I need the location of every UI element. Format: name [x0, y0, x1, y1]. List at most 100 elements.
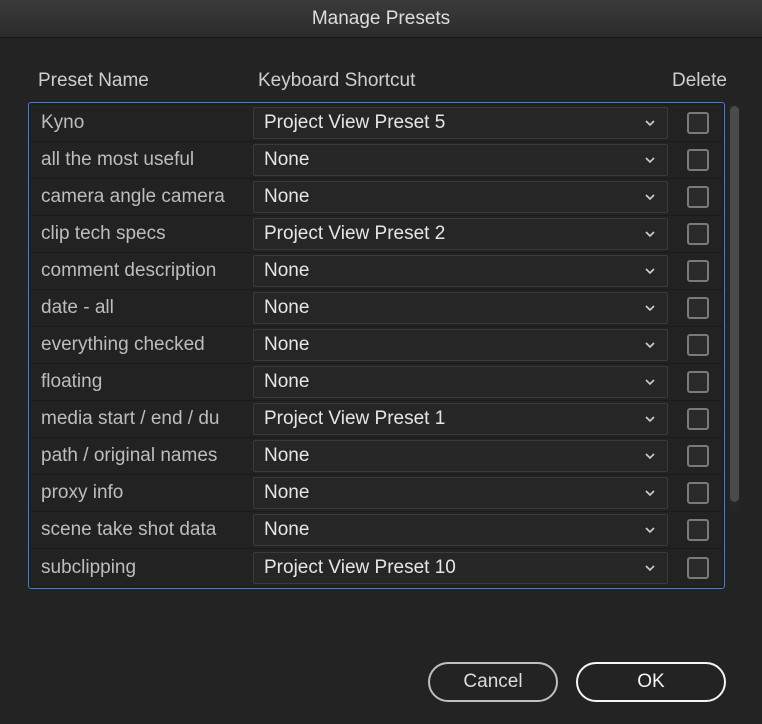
- shortcut-dropdown[interactable]: None: [253, 329, 668, 361]
- shortcut-dropdown[interactable]: None: [253, 514, 668, 546]
- shortcut-dropdown[interactable]: None: [253, 440, 668, 472]
- column-header-delete: Delete: [672, 70, 736, 92]
- shortcut-cell: None: [253, 329, 668, 361]
- shortcut-dropdown-label: Project View Preset 2: [264, 223, 445, 245]
- chevron-down-icon: [643, 301, 657, 315]
- shortcut-dropdown-label: None: [264, 482, 309, 504]
- shortcut-cell: None: [253, 255, 668, 287]
- shortcut-dropdown-label: None: [264, 297, 309, 319]
- table-row: proxy info None: [31, 475, 722, 512]
- shortcut-cell: None: [253, 181, 668, 213]
- shortcut-dropdown-label: None: [264, 149, 309, 171]
- dialog-content: Preset Name Keyboard Shortcut Delete Kyn…: [0, 38, 762, 640]
- delete-cell: [674, 519, 722, 541]
- delete-checkbox[interactable]: [687, 334, 709, 356]
- shortcut-dropdown-label: None: [264, 519, 309, 541]
- preset-table: Kyno Project View Preset 5 all the most us…: [28, 102, 725, 589]
- preset-name-cell[interactable]: all the most useful: [31, 149, 247, 171]
- preset-name-cell[interactable]: comment description: [31, 260, 247, 282]
- scrollbar[interactable]: [729, 104, 740, 512]
- preset-name-cell[interactable]: media start / end / du: [31, 408, 247, 430]
- shortcut-dropdown[interactable]: None: [253, 144, 668, 176]
- cancel-button[interactable]: Cancel: [428, 662, 558, 702]
- table-row: floating None: [31, 364, 722, 401]
- chevron-down-icon: [643, 486, 657, 500]
- delete-cell: [674, 186, 722, 208]
- shortcut-dropdown[interactable]: Project View Preset 10: [253, 552, 668, 584]
- table-row: Kyno Project View Preset 5: [31, 105, 722, 142]
- shortcut-dropdown-label: Project View Preset 1: [264, 408, 445, 430]
- shortcut-cell: Project View Preset 10: [253, 552, 668, 584]
- shortcut-dropdown-label: None: [264, 445, 309, 467]
- chevron-down-icon: [643, 190, 657, 204]
- chevron-down-icon: [643, 153, 657, 167]
- delete-cell: [674, 445, 722, 467]
- preset-name-cell[interactable]: camera angle camera: [31, 186, 247, 208]
- delete-checkbox[interactable]: [687, 519, 709, 541]
- preset-name-cell[interactable]: proxy info: [31, 482, 247, 504]
- shortcut-dropdown-label: None: [264, 260, 309, 282]
- shortcut-dropdown-label: Project View Preset 5: [264, 112, 445, 134]
- preset-name-cell[interactable]: date - all: [31, 297, 247, 319]
- delete-checkbox[interactable]: [687, 112, 709, 134]
- shortcut-dropdown[interactable]: Project View Preset 2: [253, 218, 668, 250]
- chevron-down-icon: [643, 227, 657, 241]
- shortcut-dropdown-label: None: [264, 334, 309, 356]
- shortcut-cell: Project View Preset 2: [253, 218, 668, 250]
- shortcut-cell: None: [253, 477, 668, 509]
- shortcut-dropdown-label: Project View Preset 10: [264, 557, 456, 579]
- table-row: date - all None: [31, 290, 722, 327]
- preset-name-cell[interactable]: everything checked: [31, 334, 247, 356]
- column-header-name: Preset Name: [38, 70, 258, 92]
- delete-checkbox[interactable]: [687, 445, 709, 467]
- delete-cell: [674, 149, 722, 171]
- delete-checkbox[interactable]: [687, 408, 709, 430]
- delete-checkbox[interactable]: [687, 149, 709, 171]
- table-row: scene take shot data None: [31, 512, 722, 549]
- preset-name-cell[interactable]: path / original names: [31, 445, 247, 467]
- shortcut-cell: Project View Preset 1: [253, 403, 668, 435]
- delete-cell: [674, 297, 722, 319]
- delete-checkbox[interactable]: [687, 482, 709, 504]
- delete-checkbox[interactable]: [687, 186, 709, 208]
- delete-cell: [674, 260, 722, 282]
- delete-checkbox[interactable]: [687, 297, 709, 319]
- delete-checkbox[interactable]: [687, 260, 709, 282]
- delete-checkbox[interactable]: [687, 371, 709, 393]
- table-row: subclipping Project View Preset 10: [31, 549, 722, 586]
- preset-name-cell[interactable]: subclipping: [31, 557, 247, 579]
- ok-button[interactable]: OK: [576, 662, 726, 702]
- table-row: all the most useful None: [31, 142, 722, 179]
- shortcut-cell: None: [253, 440, 668, 472]
- preset-name-cell[interactable]: clip tech specs: [31, 223, 247, 245]
- dialog-footer: Cancel OK: [0, 640, 762, 724]
- table-row: clip tech specs Project View Preset 2: [31, 216, 722, 253]
- shortcut-dropdown[interactable]: None: [253, 292, 668, 324]
- shortcut-cell: Project View Preset 5: [253, 107, 668, 139]
- chevron-down-icon: [643, 375, 657, 389]
- shortcut-cell: None: [253, 514, 668, 546]
- preset-name-cell[interactable]: Kyno: [31, 112, 247, 134]
- delete-checkbox[interactable]: [687, 223, 709, 245]
- cancel-button-label: Cancel: [463, 671, 522, 693]
- ok-button-label: OK: [637, 671, 664, 693]
- titlebar: Manage Presets: [0, 0, 762, 38]
- shortcut-dropdown[interactable]: None: [253, 366, 668, 398]
- preset-name-cell[interactable]: floating: [31, 371, 247, 393]
- shortcut-dropdown[interactable]: None: [253, 477, 668, 509]
- shortcut-dropdown[interactable]: None: [253, 255, 668, 287]
- shortcut-dropdown[interactable]: None: [253, 181, 668, 213]
- manage-presets-dialog: Manage Presets Preset Name Keyboard Shor…: [0, 0, 762, 724]
- chevron-down-icon: [643, 561, 657, 575]
- scrollbar-thumb[interactable]: [730, 106, 739, 502]
- shortcut-dropdown[interactable]: Project View Preset 1: [253, 403, 668, 435]
- shortcut-dropdown-label: None: [264, 186, 309, 208]
- delete-checkbox[interactable]: [687, 557, 709, 579]
- chevron-down-icon: [643, 264, 657, 278]
- preset-name-cell[interactable]: scene take shot data: [31, 519, 247, 541]
- delete-cell: [674, 223, 722, 245]
- column-header-shortcut: Keyboard Shortcut: [258, 70, 672, 92]
- chevron-down-icon: [643, 116, 657, 130]
- shortcut-dropdown[interactable]: Project View Preset 5: [253, 107, 668, 139]
- table-row: camera angle camera None: [31, 179, 722, 216]
